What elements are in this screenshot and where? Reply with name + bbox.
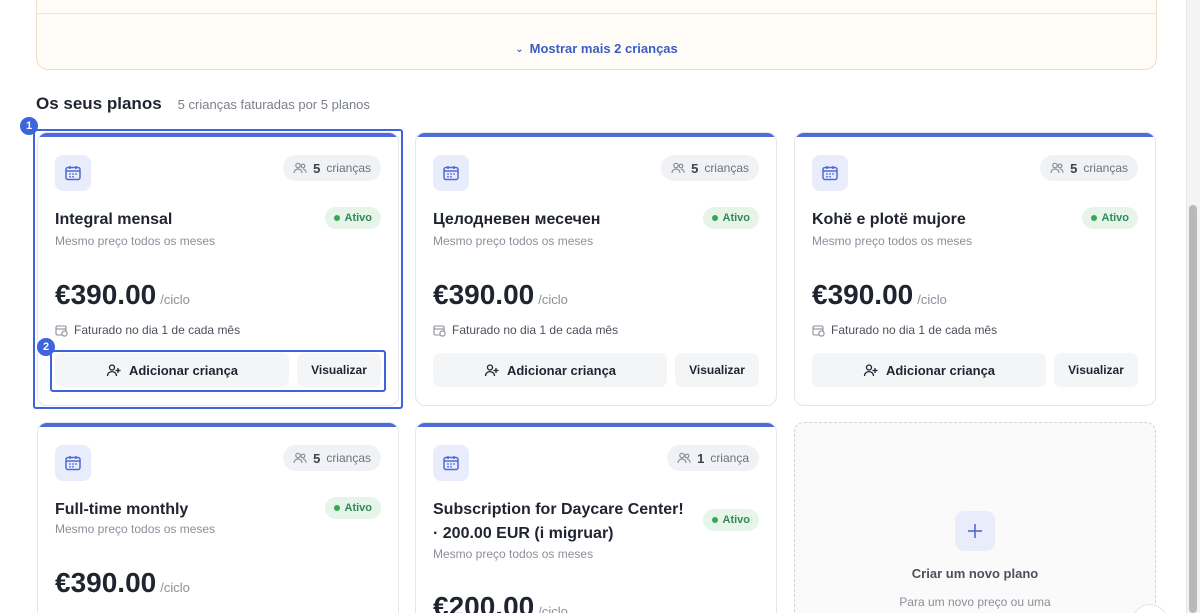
plan-card: 5 crianças Full-time monthly Ativo Mesmo …: [37, 422, 399, 613]
card-accent-bar: [416, 133, 776, 137]
plan-card: 1 criança Subscription for Daycare Center…: [415, 422, 777, 613]
status-label: Ativo: [344, 502, 373, 514]
section-title: Os seus planos: [36, 94, 162, 113]
children-count: 5: [1070, 160, 1078, 176]
price-amount: €390.00: [55, 567, 157, 598]
plan-description: Mesmo preço todos os meses: [433, 234, 594, 248]
scrollbar[interactable]: [1186, 0, 1200, 613]
children-panel: ⌄ Mostrar mais 2 crianças: [36, 0, 1157, 70]
status-badge: Ativo: [1081, 207, 1138, 229]
children-count-badge: 5 crianças: [283, 445, 381, 471]
plan-price: €200.00/ciclo: [433, 591, 568, 613]
add-child-button[interactable]: Adicionar criança: [812, 353, 1046, 387]
status-badge: Ativo: [702, 509, 759, 531]
children-count-badge: 1 criança: [667, 445, 759, 471]
highlight-box-actions: [50, 350, 386, 392]
users-icon: [677, 452, 691, 464]
plan-name: Subscription for Daycare Center! · 200.0…: [433, 501, 684, 542]
card-accent-bar: [416, 423, 776, 427]
users-icon: [293, 452, 307, 464]
users-icon: [671, 162, 685, 174]
status-badge: Ativo: [324, 497, 381, 519]
plan-name: Full-time monthly: [55, 501, 189, 518]
scrollbar-thumb[interactable]: [1189, 205, 1197, 613]
price-amount: €390.00: [812, 279, 914, 310]
plan-description: Mesmo preço todos os meses: [55, 522, 216, 536]
price-period: /ciclo: [538, 292, 568, 307]
plan-name: Kohë e plotë mujore: [812, 211, 966, 228]
price-amount: €200.00: [433, 591, 535, 613]
user-plus-icon: [863, 363, 878, 376]
calendar-icon: [55, 445, 91, 481]
status-label: Ativo: [722, 514, 751, 526]
status-label: Ativo: [1101, 212, 1130, 224]
price-amount: €390.00: [433, 279, 535, 310]
children-label: criança: [710, 451, 749, 465]
calendar-icon: [433, 445, 469, 481]
plan-price: €390.00/ciclo: [55, 567, 190, 599]
status-badge: Ativo: [702, 207, 759, 229]
billing-info: Faturado no dia 1 de cada mês: [812, 323, 997, 337]
billing-text: Faturado no dia 1 de cada mês: [452, 323, 619, 337]
view-button[interactable]: Visualizar: [1054, 353, 1138, 387]
card-actions: Adicionar criança Visualizar: [812, 353, 1138, 387]
plan-name: Целодневен месечен: [433, 211, 601, 228]
add-child-button[interactable]: Adicionar criança: [433, 353, 667, 387]
marker-badge: 2: [37, 338, 55, 356]
calendar-icon: [433, 155, 469, 191]
marker-badge: 1: [20, 117, 38, 135]
card-actions: Adicionar criança Visualizar: [433, 353, 759, 387]
show-more-button[interactable]: ⌄ Mostrar mais 2 crianças: [37, 41, 1156, 56]
plans-section-header: Os seus planos 5 crianças faturadas por …: [36, 94, 370, 114]
status-dot: [711, 215, 718, 221]
create-plan-card[interactable]: Criar um novo plano Para um novo preço o…: [794, 422, 1156, 613]
card-accent-bar: [38, 423, 398, 427]
user-plus-icon: [484, 363, 499, 376]
status-dot: [711, 517, 718, 523]
calendar-clock-icon: [433, 324, 446, 337]
billing-text: Faturado no dia 1 de cada mês: [831, 323, 998, 337]
calendar-icon: [812, 155, 848, 191]
children-count: 5: [691, 160, 699, 176]
children-count-badge: 5 crianças: [1040, 155, 1138, 181]
add-child-label: Adicionar criança: [885, 362, 996, 378]
users-icon: [1050, 162, 1064, 174]
status-label: Ativo: [722, 212, 751, 224]
billing-info: Faturado no dia 1 de cada mês: [433, 323, 618, 337]
chevron-down-icon: ⌄: [515, 44, 524, 55]
plan-card: 5 crianças Kohë e plotë mujore Ativo Mesm…: [794, 132, 1156, 406]
price-period: /ciclo: [917, 292, 947, 307]
show-more-label: Mostrar mais 2 crianças: [529, 41, 678, 56]
card-accent-bar: [795, 133, 1155, 137]
create-plan-title: Criar um novo plano: [911, 566, 1039, 581]
panel-divider: [37, 13, 1156, 14]
status-dot: [1090, 215, 1097, 221]
view-button[interactable]: Visualizar: [675, 353, 759, 387]
price-period: /ciclo: [538, 604, 568, 613]
children-count: 1: [697, 450, 705, 466]
price-period: /ciclo: [160, 580, 190, 595]
children-label: crianças: [704, 161, 749, 175]
plan-card: 5 crianças Целодневен месечен Ativo Mesmo…: [415, 132, 777, 406]
plan-description: Mesmo preço todos os meses: [812, 234, 973, 248]
children-count-badge: 5 crianças: [661, 155, 759, 181]
plan-price: €390.00/ciclo: [433, 279, 568, 311]
section-subtitle: 5 crianças faturadas por 5 planos: [177, 97, 370, 112]
children-label: crianças: [1083, 161, 1128, 175]
status-dot: [333, 505, 340, 511]
create-plan-subtitle: Para um novo preço ou uma: [899, 595, 1051, 609]
plan-price: €390.00/ciclo: [812, 279, 947, 311]
children-count: 5: [313, 450, 321, 466]
add-child-label: Adicionar criança: [506, 362, 617, 378]
plan-description: Mesmo preço todos os meses: [433, 547, 594, 561]
children-label: crianças: [326, 451, 371, 465]
calendar-clock-icon: [812, 324, 825, 337]
plus-icon: [955, 511, 995, 551]
